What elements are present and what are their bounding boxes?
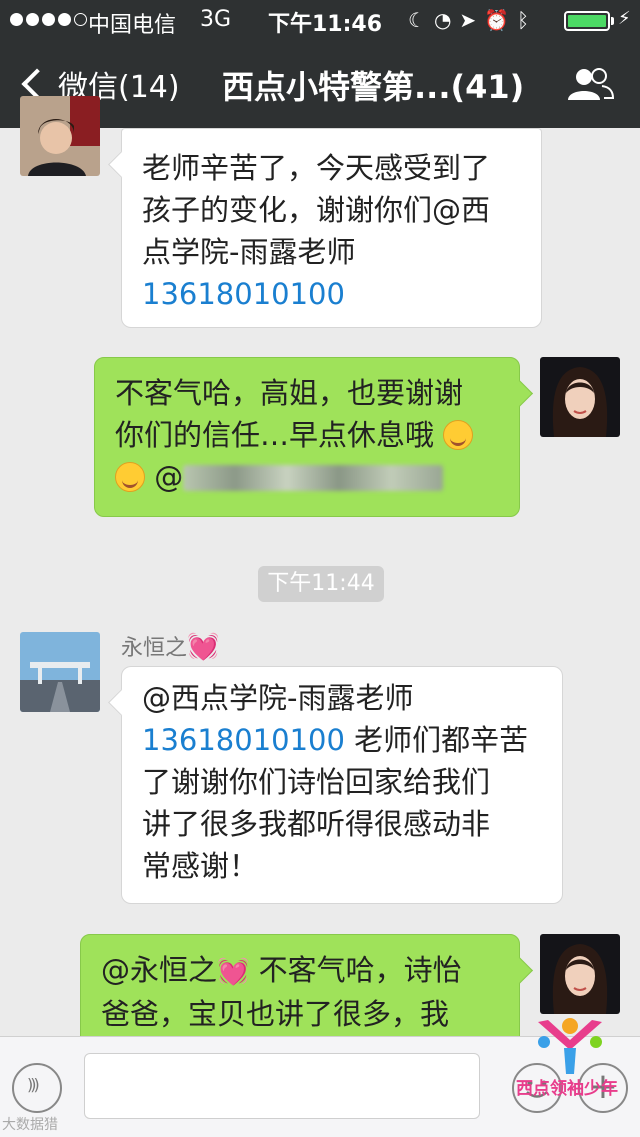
- message-text: 不客气哈，高姐，也要谢谢: [115, 376, 464, 410]
- chat-title: 西点小特警第...(41): [222, 68, 525, 106]
- mention-prefix: @: [154, 460, 184, 494]
- chevron-left-icon: [21, 68, 53, 100]
- message-text: 点学院-雨露老师: [142, 235, 356, 269]
- message-text: 常感谢！: [142, 849, 259, 883]
- moon-icon: ☾: [408, 8, 434, 32]
- location-icon: ➤: [459, 8, 485, 32]
- message-bubble[interactable]: @西点学院-雨露老师 13618010100 老师们都辛苦 了谢谢你们诗怡回家给…: [121, 666, 563, 904]
- message-bubble[interactable]: @永恒之💓 不客气哈，诗怡 爸爸，宝贝也讲了很多，我: [80, 934, 520, 1044]
- smile-emoji-icon: [115, 462, 145, 492]
- message-line: 你们的信任…早点休息哦: [115, 414, 501, 456]
- carrier-name: 中国电信: [88, 13, 177, 38]
- avatar[interactable]: [540, 357, 620, 437]
- avatar[interactable]: [20, 96, 100, 176]
- lock-rotation-icon: ◔: [433, 8, 460, 32]
- corner-watermark: 大数据猎: [2, 1117, 58, 1133]
- status-icons: ☾◔➤⏰ᛒ: [408, 8, 537, 32]
- sender-name-text: 永恒之: [121, 636, 188, 661]
- message-text: 了谢谢你们诗怡回家给我们: [142, 765, 491, 799]
- sender-name: 永恒之💓: [121, 630, 219, 662]
- message-text: 不客气哈，诗怡: [249, 953, 462, 987]
- charging-icon: ⚡: [618, 8, 631, 29]
- battery-icon: [564, 11, 610, 31]
- network-type: 3G: [200, 7, 232, 32]
- heart-emoji-icon: 💓: [217, 957, 250, 987]
- message-text: 讲了很多我都听得很感动非: [142, 807, 491, 841]
- message-text: 你们的信任…早点休息哦: [115, 418, 435, 452]
- battery-tip: [611, 17, 614, 25]
- phone-link[interactable]: 13618010100: [142, 723, 345, 757]
- message-text: 爸爸，宝贝也讲了很多，我: [101, 997, 450, 1031]
- timestamp: 下午11:44: [258, 566, 384, 602]
- message-bubble[interactable]: 老师辛苦了，今天感受到了 孩子的变化，谢谢你们@西 点学院-雨露老师 13618…: [121, 128, 542, 328]
- message-text: 老师辛苦了，今天感受到了: [142, 151, 491, 185]
- phone-link[interactable]: 13618010100: [142, 273, 523, 315]
- status-bar: 中国电信 3G 下午11:46 ☾◔➤⏰ᛒ ⚡: [0, 0, 640, 40]
- message-input[interactable]: [84, 1053, 480, 1119]
- message-text: 孩子的变化，谢谢你们@西: [142, 193, 491, 227]
- message-line: @永恒之💓 不客气哈，诗怡: [101, 949, 501, 993]
- signal-strength-icon: [10, 13, 87, 26]
- message-text: @西点学院-雨露老师: [142, 681, 414, 715]
- avatar[interactable]: [20, 632, 100, 712]
- group-members-icon[interactable]: [566, 66, 614, 102]
- wink-tongue-emoji-icon: [443, 420, 474, 450]
- message-text: 老师们都辛苦: [344, 723, 529, 757]
- voice-input-button[interactable]: [12, 1063, 62, 1113]
- message-line: 13618010100 老师们都辛苦: [142, 719, 544, 761]
- blurred-text: [183, 465, 444, 491]
- status-time: 下午11:46: [268, 12, 383, 37]
- message-line: @: [115, 456, 501, 498]
- message-bubble[interactable]: 不客气哈，高姐，也要谢谢 你们的信任…早点休息哦 @: [94, 357, 520, 517]
- watermark-text: 西点领袖少年: [516, 1079, 618, 1099]
- avatar[interactable]: [540, 934, 620, 1014]
- alarm-icon: ⏰: [484, 8, 518, 32]
- bluetooth-icon: ᛒ: [517, 8, 538, 32]
- heart-emoji-icon: 💓: [187, 632, 220, 662]
- mention: @永恒之: [101, 953, 218, 987]
